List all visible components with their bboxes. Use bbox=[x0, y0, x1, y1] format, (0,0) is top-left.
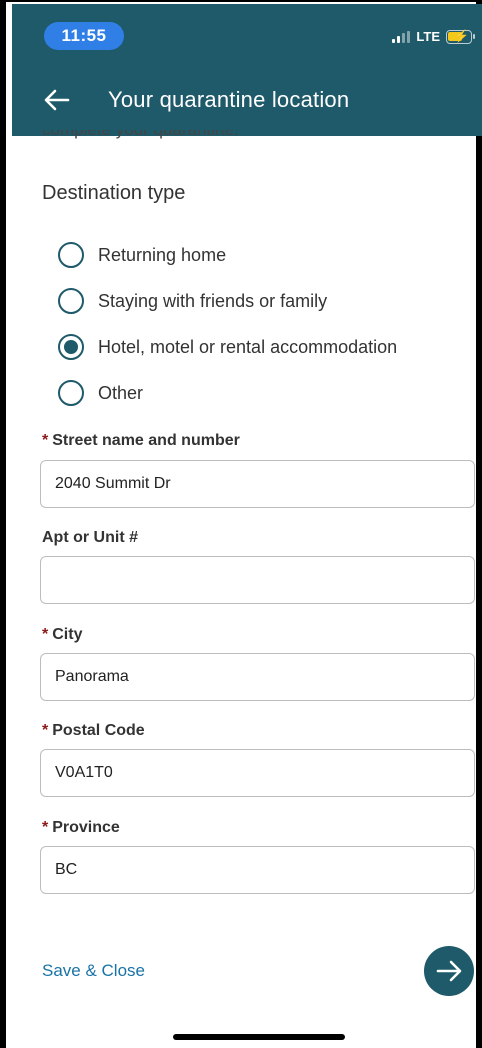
page-title: Your quarantine location bbox=[108, 87, 350, 112]
status-time: 11:55 bbox=[44, 22, 124, 50]
home-indicator bbox=[173, 1034, 345, 1040]
radio-label: Other bbox=[98, 382, 144, 403]
required-marker: * bbox=[42, 819, 49, 836]
destination-type-heading: Destination type bbox=[42, 182, 186, 204]
city-label: * City bbox=[42, 626, 83, 643]
required-marker: * bbox=[42, 722, 49, 739]
required-marker: * bbox=[42, 432, 49, 449]
app-header: 11:55 LTE ⚡ Your quarantine location bbox=[12, 4, 482, 136]
radio-button[interactable] bbox=[58, 242, 84, 268]
next-button[interactable] bbox=[424, 946, 474, 996]
required-marker: * bbox=[42, 626, 49, 643]
radio-label: Staying with friends or family bbox=[98, 290, 328, 311]
radio-option-other[interactable]: Other bbox=[58, 370, 397, 416]
status-icons: LTE ⚡ bbox=[392, 29, 475, 44]
radio-option-returning-home[interactable]: Returning home bbox=[58, 232, 397, 278]
radio-button[interactable] bbox=[58, 288, 84, 314]
radio-option-friends-family[interactable]: Staying with friends or family bbox=[58, 278, 397, 324]
save-close-link[interactable]: Save & Close bbox=[42, 961, 145, 981]
radio-option-hotel[interactable]: Hotel, motel or rental accommodation bbox=[58, 324, 397, 370]
apt-input[interactable] bbox=[40, 556, 475, 604]
arrow-right-icon bbox=[436, 960, 462, 982]
battery-charging-icon: ⚡ bbox=[446, 29, 475, 44]
radio-label: Hotel, motel or rental accommodation bbox=[98, 336, 398, 357]
partial-instruction-text: complete your quarantine. bbox=[42, 130, 239, 146]
radio-button-selected[interactable] bbox=[58, 334, 84, 360]
destination-type-radio-group: Returning home Staying with friends or f… bbox=[58, 232, 397, 416]
device-frame: 11:55 LTE ⚡ Your quarantine location Des… bbox=[0, 0, 482, 1048]
back-arrow-icon[interactable] bbox=[42, 85, 72, 115]
city-input[interactable]: Panorama bbox=[40, 653, 475, 701]
network-label: LTE bbox=[416, 29, 440, 44]
street-input[interactable]: 2040 Summit Dr bbox=[40, 460, 475, 508]
signal-icon bbox=[392, 30, 411, 43]
title-row: Your quarantine location bbox=[12, 80, 482, 120]
province-label: * Province bbox=[42, 819, 120, 836]
postal-code-input[interactable]: V0A1T0 bbox=[40, 749, 475, 797]
apt-label: Apt or Unit # bbox=[42, 529, 138, 546]
province-input[interactable]: BC bbox=[40, 846, 475, 894]
radio-button[interactable] bbox=[58, 380, 84, 406]
postal-code-label: * Postal Code bbox=[42, 722, 145, 739]
street-label: * Street name and number bbox=[42, 432, 240, 449]
status-bar: 11:55 LTE ⚡ bbox=[12, 4, 482, 64]
radio-label: Returning home bbox=[98, 244, 227, 265]
